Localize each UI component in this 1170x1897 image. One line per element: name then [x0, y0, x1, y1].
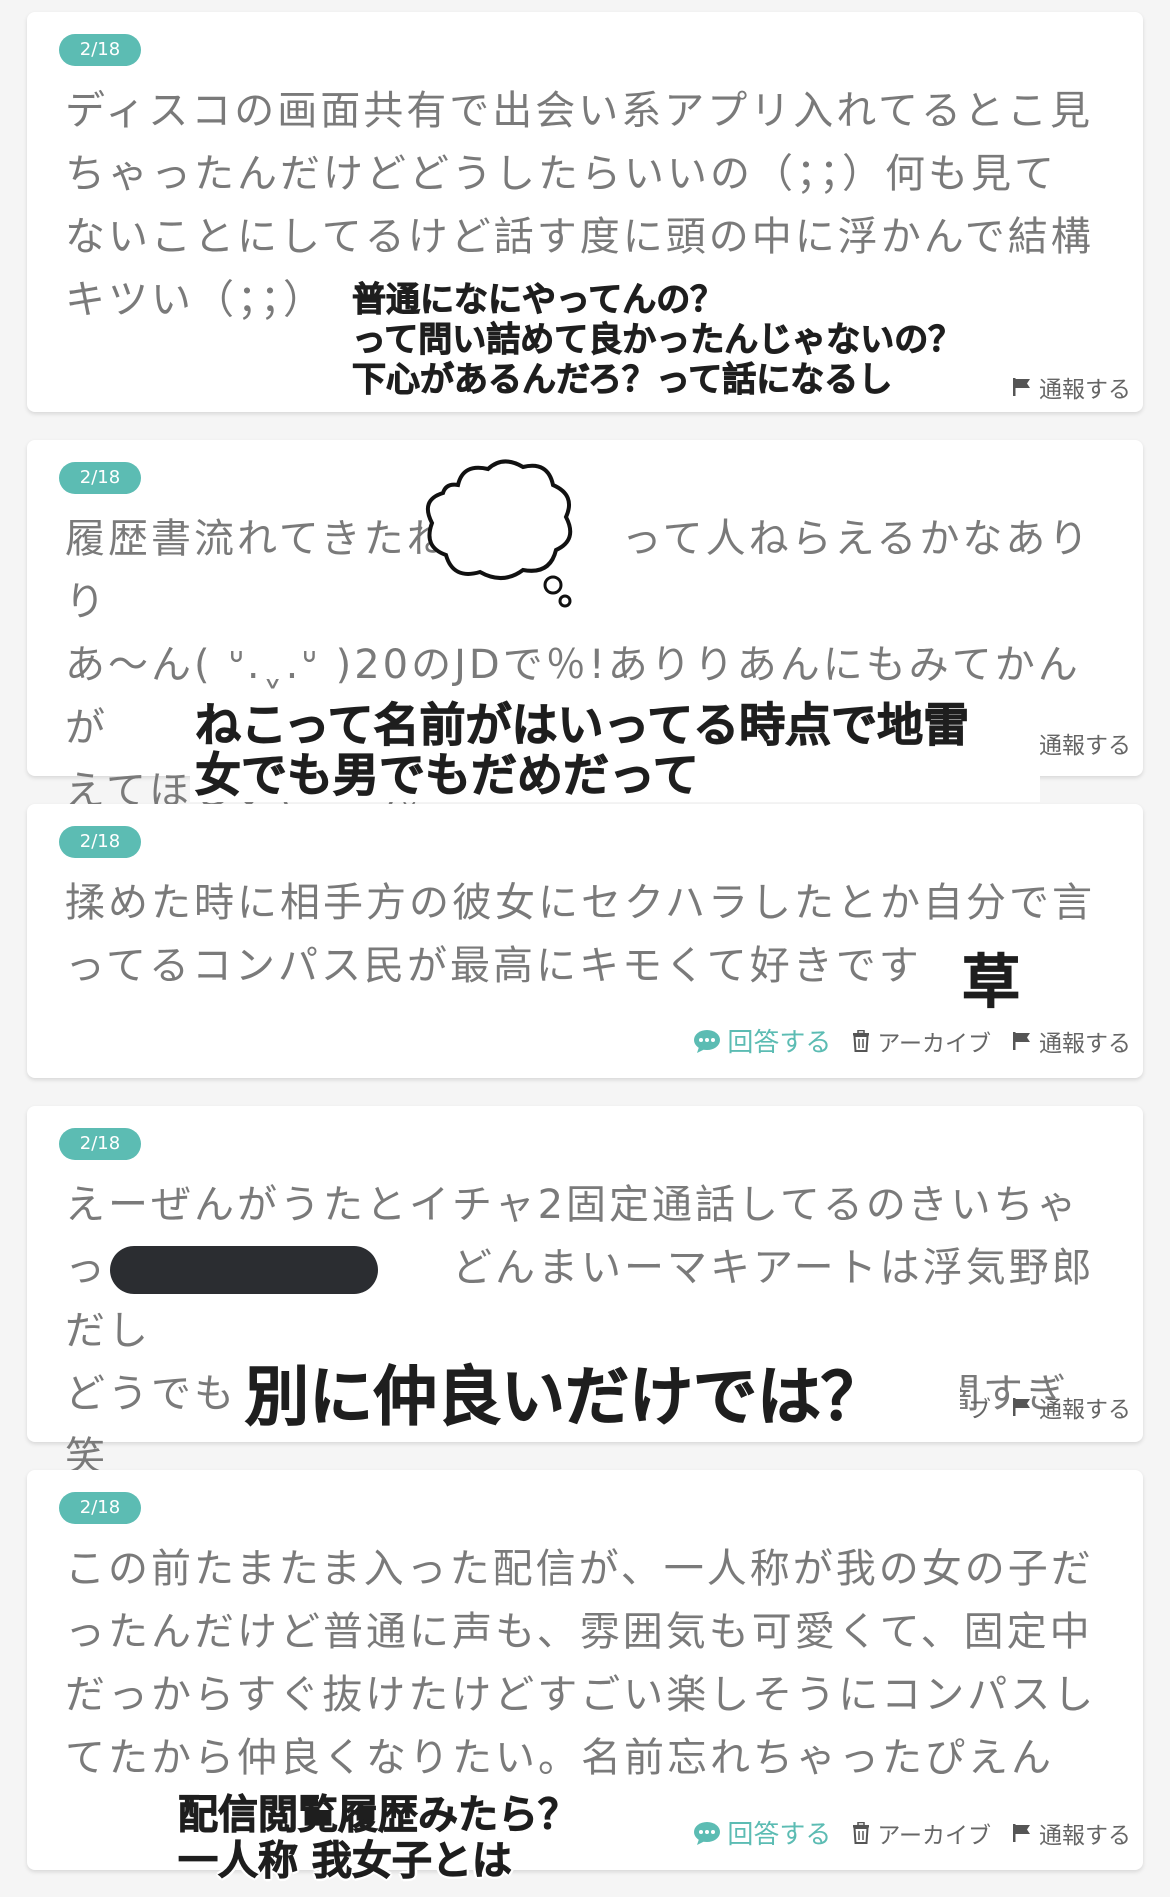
- flag-icon: [1011, 1396, 1033, 1418]
- report-label: 通報する: [1039, 1822, 1131, 1849]
- date-badge: 2/18: [59, 462, 141, 494]
- reply-button[interactable]: 回答する: [693, 1022, 831, 1059]
- redaction-bar: [110, 1246, 378, 1294]
- date-badge: 2/18: [59, 1128, 141, 1160]
- trash-icon: [851, 1029, 871, 1052]
- archive-label: アーカイブ: [877, 1030, 991, 1057]
- overlay-comment: 草: [961, 948, 1021, 1016]
- post-actions: 通報する: [1011, 370, 1131, 404]
- trash-icon: [851, 1821, 871, 1844]
- archive-button[interactable]: アーカイブ: [851, 1816, 991, 1850]
- thought-bubble-sticker: [425, 459, 573, 608]
- reply-label: 回答する: [727, 1820, 832, 1850]
- reply-label: 回答する: [727, 1028, 832, 1058]
- post-text: 揉めた時に相手方の彼女にセクハラしたとか自分で言 ってるコンパス民が最高にキモく…: [65, 880, 1095, 989]
- post-actions: 回答する アーカイブ 通報する: [693, 1814, 1131, 1851]
- overlay-comment: 別に仲良いだけでは？: [245, 1361, 886, 1436]
- report-button[interactable]: 通報する: [1011, 1816, 1131, 1850]
- date-badge: 2/18: [59, 1492, 141, 1524]
- overlay-comment: ねこって名前がはいってる時点で地雷 女でも男でもだめだって: [194, 698, 970, 802]
- report-button[interactable]: 通報する: [1039, 726, 1131, 760]
- chat-bubble-icon: [693, 1028, 721, 1054]
- report-label: 通報する: [1039, 1030, 1131, 1057]
- date-badge: 2/18: [59, 34, 141, 66]
- chat-bubble-icon: [693, 1820, 721, 1846]
- flag-icon: [1011, 376, 1033, 398]
- overlay-comment: 普通になにやってんの？ って問い詰めて良かったんじゃないの？ 下心があるんだろ？…: [351, 280, 963, 401]
- report-button[interactable]: 通報する: [1011, 1390, 1131, 1424]
- flag-icon: [1011, 1030, 1033, 1052]
- date-badge: 2/18: [59, 826, 141, 858]
- report-label: 通報する: [1039, 377, 1131, 403]
- report-button[interactable]: 通報する: [1011, 370, 1131, 404]
- post-actions: 通報する: [1039, 726, 1131, 760]
- flag-icon: [1011, 1822, 1033, 1844]
- reply-button[interactable]: 回答する: [693, 1814, 831, 1851]
- post-actions: 回答する アーカイブ 通報する: [693, 1022, 1131, 1059]
- post-actions: ブ 通報する: [968, 1390, 1131, 1424]
- archive-label: アーカイブ: [877, 1822, 991, 1849]
- post-card: 2/18 揉めた時に相手方の彼女にセクハラしたとか自分で言 ってるコンパス民が最…: [27, 804, 1143, 1078]
- post-text: この前たまたま入った配信が、一人称が我の女の子だ ったんだけど普通に声も、雰囲気…: [65, 1546, 1097, 1781]
- archive-label: ブ: [968, 1397, 991, 1423]
- archive-button[interactable]: ブ: [968, 1390, 991, 1424]
- overlay-comment: 配信閲覧履歴みたら？ 一人称 我女子とは: [178, 1792, 579, 1885]
- archive-button[interactable]: アーカイブ: [851, 1024, 991, 1058]
- post-text: えーぜんがうたとイチャ2固定通話してるのきいちゃ っ どんまいーマキアートは浮気…: [65, 1182, 1095, 1480]
- report-button[interactable]: 通報する: [1011, 1024, 1131, 1058]
- report-label: 通報する: [1039, 1397, 1131, 1423]
- report-label: 通報する: [1039, 733, 1131, 759]
